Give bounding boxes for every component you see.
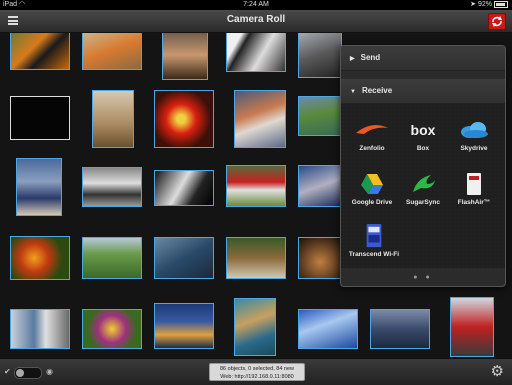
photo-thumbnail[interactable] xyxy=(226,165,286,207)
clock: 7:24 AM xyxy=(243,1,269,8)
receive-section-header[interactable]: ▼ Receive xyxy=(341,79,505,104)
service-flashair[interactable]: FlashAir™ xyxy=(449,172,499,206)
photo-thumbnail[interactable] xyxy=(226,237,286,279)
flashair-icon xyxy=(467,173,481,195)
photo-thumbnail[interactable] xyxy=(82,33,142,70)
photo-thumbnail[interactable] xyxy=(298,165,342,207)
eye-icon[interactable]: ◉ xyxy=(46,367,53,376)
skydrive-icon xyxy=(461,122,488,138)
disclosure-down-icon: ▼ xyxy=(350,89,356,95)
transcend-wifi-icon xyxy=(366,224,382,248)
bottom-toolbar: ✔ ◉ 86 objects, 0 selected, 84 new Web: … xyxy=(0,358,512,385)
photo-thumbnail[interactable] xyxy=(10,309,70,349)
photo-thumbnail[interactable] xyxy=(92,90,134,148)
photo-thumbnail[interactable] xyxy=(298,96,342,136)
share-popover: ▶ Send ▼ Receive Zenfolio box Box Skydrive… xyxy=(340,45,506,287)
photo-thumbnail[interactable] xyxy=(162,33,208,80)
photo-thumbnail[interactable] xyxy=(154,303,214,349)
photo-thumbnail[interactable] xyxy=(234,298,276,356)
status-info-box: 86 objects, 0 selected, 84 new Web: http… xyxy=(209,363,305,381)
sync-button[interactable] xyxy=(488,13,506,30)
photo-thumbnail[interactable] xyxy=(298,309,358,349)
service-sugarsync[interactable]: SugarSync xyxy=(398,172,448,206)
battery-status: ➤ 92% xyxy=(470,0,508,10)
photo-thumbnail[interactable] xyxy=(298,33,342,78)
photo-thumbnail[interactable] xyxy=(16,158,62,216)
photo-thumbnail[interactable] xyxy=(450,297,494,357)
sugarsync-icon xyxy=(413,175,435,192)
photo-thumbnail[interactable] xyxy=(298,237,342,279)
status-bar: iPad ◠ 7:24 AM ➤ 92% xyxy=(0,0,512,10)
photo-thumbnail[interactable] xyxy=(370,309,430,349)
photo-thumbnail[interactable] xyxy=(10,96,70,140)
service-google-drive[interactable]: Google Drive xyxy=(347,172,397,206)
location-icon: ➤ xyxy=(470,1,477,8)
gear-icon[interactable]: ⚙ xyxy=(491,364,504,379)
service-skydrive[interactable]: Skydrive xyxy=(449,118,499,152)
service-grid: Zenfolio box Box Skydrive Google Drive S… xyxy=(341,104,505,268)
photo-thumbnail[interactable] xyxy=(82,237,142,279)
page-indicator: ● ● xyxy=(413,274,433,281)
svg-text:box: box xyxy=(411,122,436,138)
objects-summary: 86 objects, 0 selected, 84 new xyxy=(220,366,294,372)
battery-icon xyxy=(494,0,508,8)
send-section-header[interactable]: ▶ Send xyxy=(341,46,505,71)
service-zenfolio[interactable]: Zenfolio xyxy=(347,118,397,152)
service-transcend-wifi[interactable]: Transcend Wi-Fi xyxy=(347,224,401,258)
photo-thumbnail[interactable] xyxy=(226,33,286,72)
photo-thumbnail[interactable] xyxy=(154,237,214,279)
selection-toggle[interactable] xyxy=(14,367,42,379)
photo-thumbnail[interactable] xyxy=(82,167,142,207)
photo-thumbnail[interactable] xyxy=(234,90,286,148)
checkmark-icon[interactable]: ✔ xyxy=(4,367,11,376)
zenfolio-icon xyxy=(356,124,388,134)
photo-thumbnail[interactable] xyxy=(154,90,214,148)
web-address: Web: http://192.168.0.11:8080 xyxy=(220,374,294,380)
page-title: Camera Roll xyxy=(226,14,286,25)
photo-thumbnail[interactable] xyxy=(154,170,214,206)
photo-thumbnail[interactable] xyxy=(10,33,70,70)
disclosure-right-icon: ▶ xyxy=(350,56,355,62)
photo-thumbnail[interactable] xyxy=(10,236,70,280)
box-icon: box xyxy=(411,122,436,138)
google-drive-icon xyxy=(361,174,383,194)
sync-icon xyxy=(492,16,502,27)
title-bar: Camera Roll xyxy=(0,10,512,33)
service-box[interactable]: box Box xyxy=(398,118,448,152)
photo-thumbnail[interactable] xyxy=(82,309,142,349)
